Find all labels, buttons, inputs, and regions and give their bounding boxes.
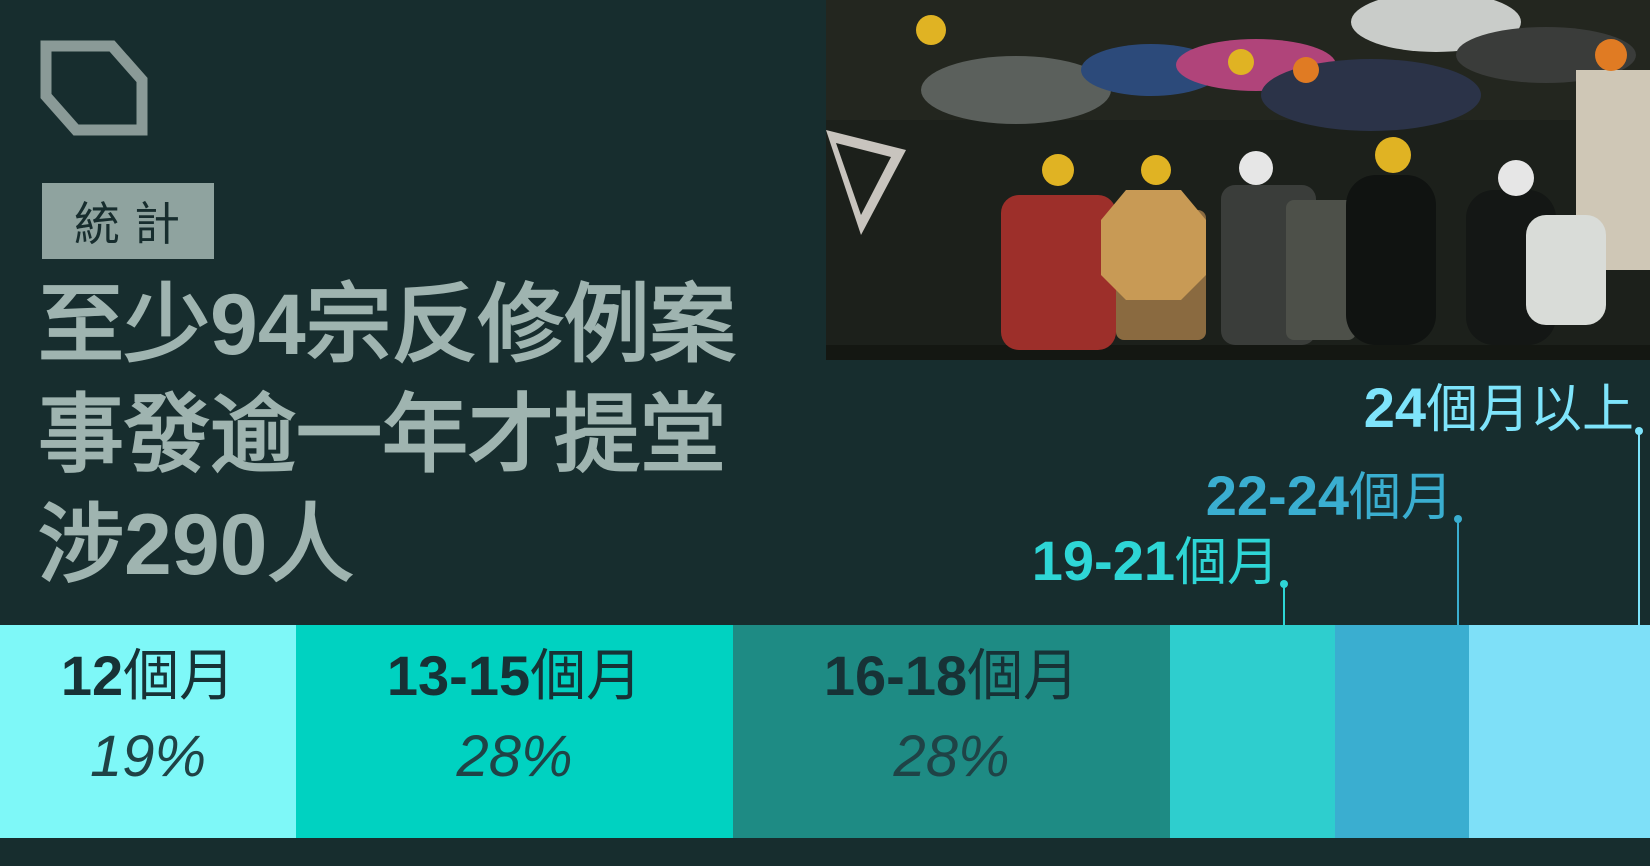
- bar-segment: [1469, 625, 1650, 838]
- callout-label: 22-24個月: [1205, 464, 1453, 527]
- segment-label: 16-18個月: [823, 644, 1080, 707]
- segment-label: 13-15個月: [386, 644, 643, 707]
- page-title: 至少94宗反修例案 事發逾一年才提堂 涉290人: [38, 270, 818, 600]
- segment-percent: 19%: [89, 724, 207, 789]
- bar-segment: [1170, 625, 1335, 838]
- callout-leader-line: [1457, 520, 1459, 625]
- bar-segment: 12個月 19%: [0, 625, 296, 838]
- segment-label: 12個月: [60, 644, 236, 707]
- callout-leader-line: [1638, 432, 1640, 625]
- callout-label: 24個月以上: [1363, 376, 1634, 439]
- duration-bar-chart: 12個月 19% 13-15個月 28% 16-18個月 28%: [0, 625, 1650, 838]
- callout-leader-line: [1283, 585, 1285, 625]
- bar-segment: 13-15個月 28%: [296, 625, 733, 838]
- logo-icon: [40, 40, 148, 136]
- headline-line-3: 涉290人: [38, 497, 354, 593]
- headline-line-1: 至少94宗反修例案: [38, 277, 736, 373]
- segment-percent: 28%: [893, 724, 1010, 789]
- callout-label: 19-21個月: [1031, 529, 1279, 592]
- segment-percent: 28%: [456, 724, 573, 789]
- headline-line-2: 事發逾一年才提堂: [38, 387, 726, 483]
- bar-segment: 16-18個月 28%: [733, 625, 1170, 838]
- bar-segment: [1335, 625, 1469, 838]
- protest-photo: [826, 0, 1650, 360]
- category-tag: 統計: [42, 183, 214, 259]
